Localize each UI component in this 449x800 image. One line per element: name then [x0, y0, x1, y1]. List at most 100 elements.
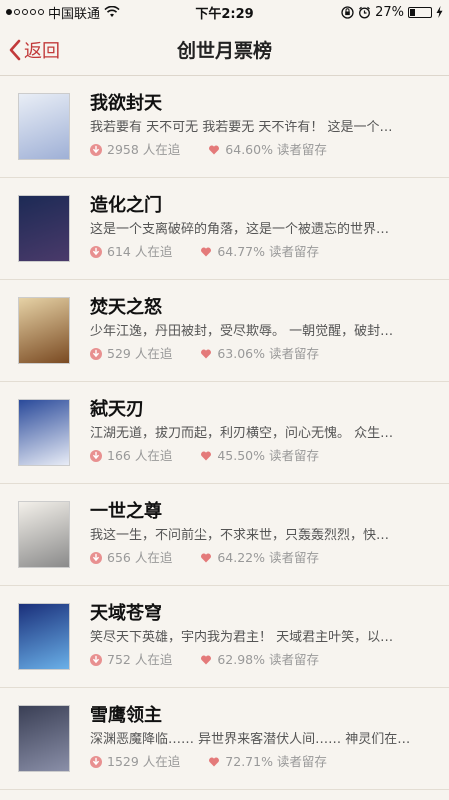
- book-description: 我若要有 天不可无 我若要无 天不许有！ 这是一个…: [90, 120, 393, 135]
- heart-icon: [209, 145, 220, 155]
- heart-icon: [201, 451, 212, 461]
- book-info: 弑天刃 江湖无道，拔刀而起，利刃横空，问心无愧。 众生… 166 人在追 45.…: [90, 399, 437, 483]
- book-item[interactable]: 天域苍穹 笑尽天下英雄，宇内我为君主！ 天域君主叶笑，以… 752 人在追 62…: [0, 586, 449, 688]
- reader-retention: 62.98% 读者留存: [217, 652, 319, 667]
- retention-group: 64.77% 读者留存: [200, 244, 319, 260]
- heart-icon: [201, 553, 212, 563]
- followers-count: 1529 人在追: [107, 754, 181, 769]
- followers-count: 166 人在追: [107, 448, 173, 463]
- book-item[interactable]: 一世之尊 我这一生，不问前尘，不求来世，只轰轰烈烈，快… 656 人在追 64.…: [0, 484, 449, 586]
- page-title: 创世月票榜: [176, 40, 272, 62]
- book-meta: 529 人在追 63.06% 读者留存: [90, 346, 437, 362]
- reader-retention: 63.06% 读者留存: [217, 346, 319, 361]
- signal-strength-icon: [6, 9, 44, 15]
- book-title: 天域苍穹: [90, 603, 162, 624]
- book-title: 造化之门: [90, 195, 162, 216]
- book-title: 焚天之怒: [90, 297, 162, 318]
- followers-group: 614 人在追: [90, 244, 172, 260]
- carrier-label: 中国联通: [48, 6, 101, 22]
- follow-count-icon: [90, 756, 102, 768]
- followers-count: 529 人在追: [107, 346, 173, 361]
- book-item[interactable]: 我欲封天 我若要有 天不可无 我若要无 天不许有！ 这是一个… 2958 人在追…: [0, 76, 449, 178]
- chevron-left-icon: [9, 39, 21, 60]
- wifi-icon: [104, 6, 120, 17]
- nav-bar: 返回 创世月票榜: [0, 24, 449, 76]
- retention-group: 45.50% 读者留存: [200, 448, 319, 464]
- book-cover[interactable]: [18, 93, 70, 160]
- followers-count: 2958 人在追: [107, 142, 181, 157]
- followers-count: 614 人在追: [107, 244, 173, 259]
- book-list: 我欲封天 我若要有 天不可无 我若要无 天不许有！ 这是一个… 2958 人在追…: [0, 76, 449, 790]
- book-description: 我这一生，不问前尘，不求来世，只轰轰烈烈，快…: [90, 528, 390, 543]
- followers-group: 529 人在追: [90, 346, 172, 362]
- book-title: 我欲封天: [90, 93, 162, 114]
- book-meta: 656 人在追 64.22% 读者留存: [90, 550, 437, 566]
- book-item[interactable]: 焚天之怒 少年江逸，丹田被封，受尽欺辱。 一朝觉醒，破封… 529 人在追 63…: [0, 280, 449, 382]
- retention-group: 64.60% 读者留存: [208, 142, 327, 158]
- back-label: 返回: [24, 40, 60, 62]
- book-cover[interactable]: [18, 399, 70, 466]
- followers-count: 752 人在追: [107, 652, 173, 667]
- follow-count-icon: [90, 654, 102, 666]
- heart-icon: [201, 247, 212, 257]
- book-info: 造化之门 这是一个支离破碎的角落，这是一个被遗忘的世界… 614 人在追 64.…: [90, 195, 437, 279]
- book-item[interactable]: 弑天刃 江湖无道，拔刀而起，利刃横空，问心无愧。 众生… 166 人在追 45.…: [0, 382, 449, 484]
- follow-count-icon: [90, 450, 102, 462]
- reader-retention: 64.60% 读者留存: [225, 142, 327, 157]
- book-cover[interactable]: [18, 603, 70, 670]
- orientation-lock-icon: [341, 5, 354, 19]
- followers-group: 656 人在追: [90, 550, 172, 566]
- book-title: 弑天刃: [90, 399, 144, 420]
- heart-icon: [201, 655, 212, 665]
- book-meta: 1529 人在追 72.71% 读者留存: [90, 754, 437, 770]
- book-description: 笑尽天下英雄，宇内我为君主！ 天域君主叶笑，以…: [90, 630, 394, 645]
- status-bar: 中国联通 下午2:29 27%: [0, 0, 449, 24]
- book-meta: 752 人在追 62.98% 读者留存: [90, 652, 437, 668]
- follow-count-icon: [90, 348, 102, 360]
- book-title: 雪鹰领主: [90, 705, 162, 726]
- book-description: 这是一个支离破碎的角落，这是一个被遗忘的世界…: [90, 222, 390, 237]
- book-info: 一世之尊 我这一生，不问前尘，不求来世，只轰轰烈烈，快… 656 人在追 64.…: [90, 501, 437, 585]
- book-item[interactable]: 雪鹰领主 深渊恶魔降临…… 异世界来客潜伏人间…… 神灵们在… 1529 人在追…: [0, 688, 449, 790]
- followers-group: 752 人在追: [90, 652, 172, 668]
- status-right: 27%: [341, 5, 443, 20]
- followers-group: 2958 人在追: [90, 142, 180, 158]
- book-info: 雪鹰领主 深渊恶魔降临…… 异世界来客潜伏人间…… 神灵们在… 1529 人在追…: [90, 705, 437, 789]
- book-cover[interactable]: [18, 297, 70, 364]
- follow-count-icon: [90, 246, 102, 258]
- book-info: 我欲封天 我若要有 天不可无 我若要无 天不许有！ 这是一个… 2958 人在追…: [90, 93, 437, 177]
- book-info: 天域苍穹 笑尽天下英雄，宇内我为君主！ 天域君主叶笑，以… 752 人在追 62…: [90, 603, 437, 687]
- book-cover[interactable]: [18, 195, 70, 262]
- heart-icon: [201, 349, 212, 359]
- book-cover[interactable]: [18, 501, 70, 568]
- reader-retention: 45.50% 读者留存: [217, 448, 319, 463]
- retention-group: 62.98% 读者留存: [200, 652, 319, 668]
- retention-group: 63.06% 读者留存: [200, 346, 319, 362]
- retention-group: 72.71% 读者留存: [208, 754, 327, 770]
- reader-retention: 72.71% 读者留存: [225, 754, 327, 769]
- status-left: 中国联通: [6, 3, 120, 22]
- book-description: 江湖无道，拔刀而起，利刃横空，问心无愧。 众生…: [90, 426, 394, 441]
- battery-icon: [408, 6, 432, 18]
- book-description: 深渊恶魔降临…… 异世界来客潜伏人间…… 神灵们在…: [90, 732, 411, 747]
- book-description: 少年江逸，丹田被封，受尽欺辱。 一朝觉醒，破封…: [90, 324, 394, 339]
- alarm-icon: [359, 6, 371, 18]
- reader-retention: 64.22% 读者留存: [217, 550, 319, 565]
- followers-group: 1529 人在追: [90, 754, 180, 770]
- followers-count: 656 人在追: [107, 550, 173, 565]
- followers-group: 166 人在追: [90, 448, 172, 464]
- book-info: 焚天之怒 少年江逸，丹田被封，受尽欺辱。 一朝觉醒，破封… 529 人在追 63…: [90, 297, 437, 381]
- heart-icon: [209, 757, 220, 767]
- follow-count-icon: [90, 144, 102, 156]
- book-item[interactable]: 造化之门 这是一个支离破碎的角落，这是一个被遗忘的世界… 614 人在追 64.…: [0, 178, 449, 280]
- back-button[interactable]: 返回: [0, 37, 60, 63]
- book-meta: 2958 人在追 64.60% 读者留存: [90, 142, 437, 158]
- retention-group: 64.22% 读者留存: [200, 550, 319, 566]
- book-meta: 166 人在追 45.50% 读者留存: [90, 448, 437, 464]
- book-cover[interactable]: [18, 705, 70, 772]
- reader-retention: 64.77% 读者留存: [217, 244, 319, 259]
- book-meta: 614 人在追 64.77% 读者留存: [90, 244, 437, 260]
- book-title: 一世之尊: [90, 501, 162, 522]
- battery-percent: 27%: [375, 4, 404, 20]
- charging-icon: [436, 6, 443, 18]
